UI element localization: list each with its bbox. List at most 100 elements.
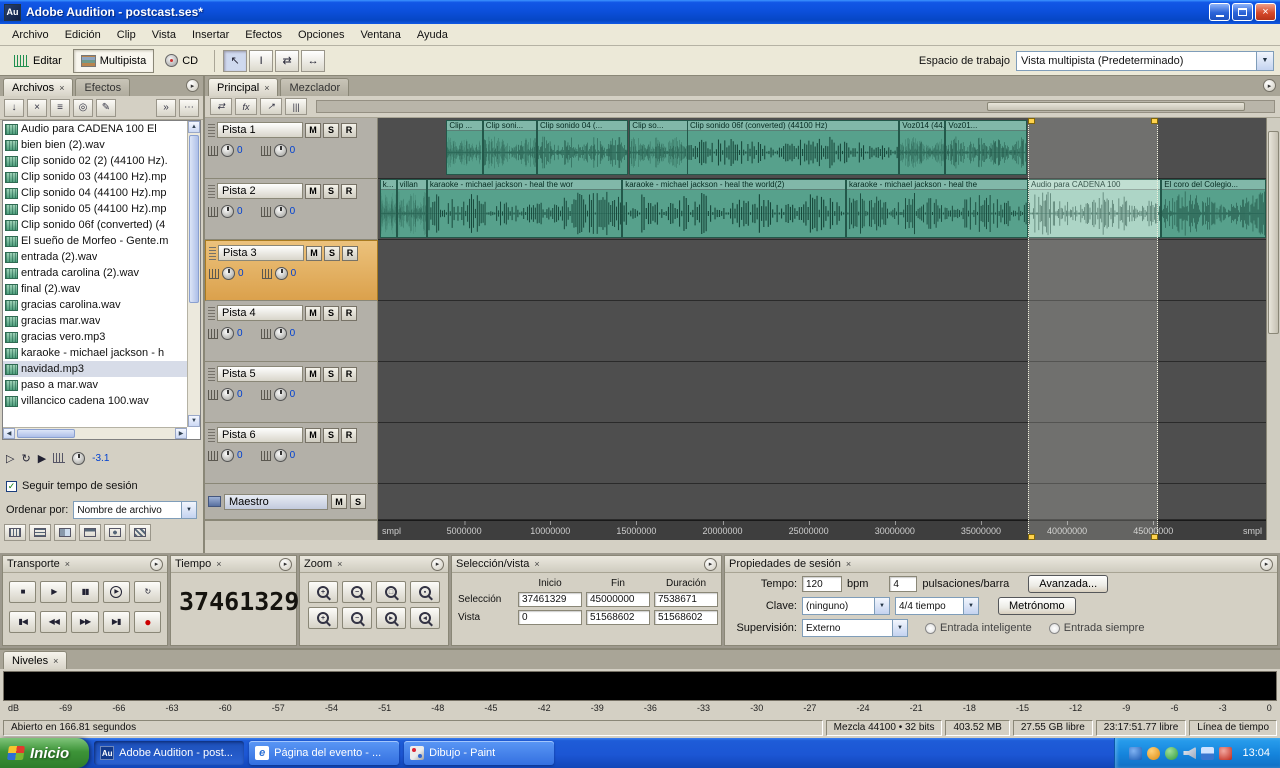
audio-clip[interactable]: villan (396, 179, 427, 238)
close-tab-icon[interactable] (846, 559, 851, 569)
selection-start-field[interactable]: 37461329 (518, 592, 582, 607)
master-solo-button[interactable]: S (350, 494, 366, 509)
timeline-ruler[interactable]: smpl 5000000 10000000 15000000 20000000 2500… (378, 520, 1266, 540)
taskbar-item-audition[interactable]: Adobe Audition - post... (94, 741, 245, 765)
panel-menu-button[interactable] (1263, 79, 1276, 92)
key-select[interactable]: (ninguno) (802, 597, 890, 615)
record-arm-button[interactable]: R (341, 427, 357, 443)
menu-item-efectos[interactable]: Efectos (237, 26, 290, 44)
selection-end-field[interactable]: 45000000 (586, 592, 650, 607)
rewind-button[interactable]: ◀◀ (40, 611, 68, 633)
mute-button[interactable]: M (305, 122, 321, 138)
panel-menu-button[interactable] (431, 557, 444, 571)
import-file-button[interactable]: ↓ (4, 98, 24, 117)
play-button[interactable]: ▶ (40, 581, 68, 603)
master-mute-button[interactable]: M (331, 494, 347, 509)
dropdown-arrow-icon[interactable] (963, 598, 978, 614)
mute-button[interactable]: M (305, 366, 321, 382)
filter-video-button[interactable] (54, 524, 76, 541)
track-name-button[interactable]: Pista 1 (217, 122, 303, 138)
solo-button[interactable]: S (323, 366, 339, 382)
pan-knob[interactable] (273, 449, 287, 462)
show-options-button[interactable]: » (156, 98, 176, 117)
drag-handle-icon[interactable] (209, 246, 216, 260)
mute-button[interactable]: M (306, 245, 322, 261)
volume-icon[interactable] (1183, 746, 1197, 760)
scroll-left-icon[interactable] (3, 428, 15, 439)
stop-button[interactable]: ■ (9, 581, 37, 603)
volume-knob[interactable] (221, 449, 234, 462)
antivirus-icon[interactable] (1219, 746, 1233, 760)
preview-play-button[interactable]: ▶ (38, 452, 46, 465)
network-icon[interactable] (1201, 746, 1215, 760)
filter-waveforms-button[interactable] (4, 524, 26, 541)
solo-button[interactable]: S (323, 183, 339, 199)
menu-item-clip[interactable]: Clip (109, 26, 144, 44)
menu-item-vista[interactable]: Vista (144, 26, 184, 44)
audio-clip[interactable]: Voz01... (945, 120, 1028, 175)
file-item[interactable]: Clip sonido 04 (44100 Hz).mp (3, 185, 187, 201)
audio-clip[interactable]: k... (379, 179, 397, 238)
insert-into-multitrack-button[interactable]: ≡ (50, 98, 70, 117)
scrollbar-thumb[interactable] (1268, 131, 1279, 334)
tab-niveles[interactable]: Niveles (3, 651, 68, 669)
file-item[interactable]: Clip sonido 03 (44100 Hz).mp (3, 169, 187, 185)
pan-knob[interactable] (274, 267, 288, 280)
file-item[interactable]: paso a mar.wav (3, 377, 187, 393)
volume-knob[interactable] (221, 205, 234, 218)
time-selection-tool-button[interactable]: I (249, 49, 274, 72)
follow-tempo-checkbox[interactable] (6, 480, 17, 492)
file-list-horizontal-scrollbar[interactable] (3, 427, 187, 439)
close-tab-icon[interactable] (53, 656, 58, 666)
audio-clip[interactable]: El coro del Colegio... (1161, 179, 1266, 238)
audio-clip[interactable]: Voz014 (44... (899, 120, 946, 175)
menu-item-insertar[interactable]: Insertar (184, 26, 237, 44)
file-item[interactable]: El sueño de Morfeo - Gente.m (3, 233, 187, 249)
minimize-button[interactable] (1209, 3, 1230, 21)
volume-knob[interactable] (221, 388, 234, 401)
zoom-out-full-button[interactable]: ▪ (410, 581, 440, 603)
track-name-button[interactable]: Pista 4 (217, 305, 303, 321)
hybrid-tool-button[interactable]: ↖ (223, 49, 248, 72)
solo-button[interactable]: S (324, 245, 340, 261)
close-tab-icon[interactable] (264, 83, 269, 93)
messenger-icon[interactable] (1165, 746, 1179, 760)
file-item[interactable]: villancico cadena 100.wav (3, 393, 187, 409)
scrollbar-thumb[interactable] (986, 102, 1246, 111)
tab-archivos[interactable]: Archivos (3, 78, 74, 96)
show-levels-button[interactable]: ||| (285, 98, 307, 115)
pause-button[interactable]: ▮▮ (71, 581, 99, 603)
fast-forward-button[interactable]: ▶▶ (71, 611, 99, 633)
selection-duration-field[interactable]: 7538671 (654, 592, 718, 607)
smart-input-radio[interactable] (925, 622, 936, 634)
edit-file-button[interactable]: ✎ (96, 98, 116, 117)
solo-button[interactable]: S (323, 427, 339, 443)
solo-button[interactable]: S (323, 305, 339, 321)
close-tab-icon[interactable] (216, 559, 221, 569)
record-arm-button[interactable]: R (341, 305, 357, 321)
track-name-button[interactable]: Pista 3 (218, 245, 304, 261)
always-input-radio[interactable] (1048, 622, 1060, 634)
drag-handle-icon[interactable] (208, 428, 215, 442)
show-envelopes-button[interactable]: ↗ (260, 98, 282, 115)
mute-button[interactable]: M (305, 427, 321, 443)
record-arm-button[interactable]: R (341, 122, 357, 138)
audio-clip[interactable]: Clip ... (446, 120, 483, 175)
play-from-cursor-button[interactable]: ▶ (102, 581, 130, 603)
mute-button[interactable]: M (305, 183, 321, 199)
zoom-in-horizontal-button[interactable]: + (308, 581, 338, 603)
pan-knob[interactable] (273, 205, 287, 218)
monitoring-select[interactable]: Externo (802, 619, 908, 637)
go-to-end-button[interactable]: ▶▮ (102, 611, 130, 633)
edit-view-button[interactable]: Editar (6, 49, 70, 73)
multitrack-view-button[interactable]: Multipista (72, 48, 155, 73)
zoom-out-vertical-button[interactable]: − (342, 607, 372, 629)
file-item[interactable]: Clip sonido 02 (2) (44100 Hz). (3, 153, 187, 169)
file-item[interactable]: Clip sonido 05 (44100 Hz).mp (3, 201, 187, 217)
track-name-button[interactable]: Pista 6 (217, 427, 303, 443)
time-display[interactable]: 37461329 (171, 573, 299, 616)
track-lane-2[interactable]: k... villan karaoke - michael jackson - he… (378, 179, 1266, 240)
scrub-tool-button[interactable]: ↔ (301, 49, 326, 72)
zoom-in-vertical-button[interactable]: + (308, 607, 338, 629)
scroll-down-icon[interactable] (188, 415, 200, 427)
